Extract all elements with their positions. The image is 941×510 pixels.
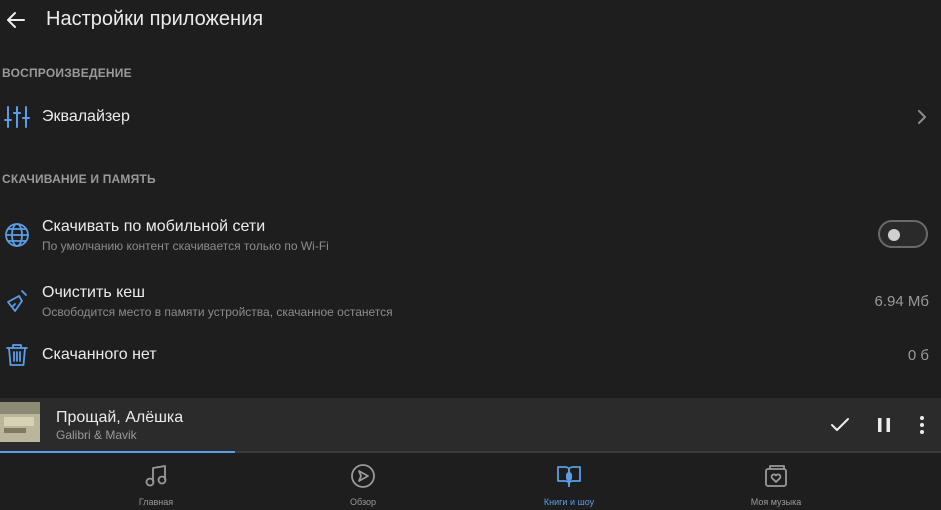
mobile-download-row[interactable]: Скачивать по мобильной сети По умолчанию… [0, 212, 941, 258]
playback-progress-fill [0, 451, 236, 453]
app-bar: Настройки приложения [0, 0, 941, 42]
nav-label-browse: Обзор [350, 497, 376, 507]
chevron-right-icon [918, 110, 926, 124]
toggle-knob [888, 229, 900, 241]
clear-cache-label: Очистить кеш [42, 284, 146, 301]
album-cover[interactable] [0, 402, 40, 442]
section-header-playback: ВОСПРОИЗВЕДЕНИЕ [2, 66, 132, 80]
track-title: Прощай, Алёшка [56, 409, 184, 426]
back-arrow-icon[interactable] [4, 8, 28, 32]
clear-cache-row[interactable]: Очистить кеш Освободится место в памяти … [0, 280, 941, 324]
more-vert-icon[interactable] [911, 414, 933, 436]
page-title: Настройки приложения [46, 8, 264, 30]
trash-icon [6, 344, 28, 366]
pause-icon[interactable] [873, 414, 895, 436]
compass-icon [351, 464, 375, 488]
mobile-download-sub: По умолчанию контент скачивается только … [42, 239, 329, 253]
nav-label-home: Главная [138, 497, 174, 507]
section-header-storage: СКАЧИВАНИЕ И ПАМЯТЬ [2, 172, 156, 186]
nav-label-my-music: Моя музыка [750, 497, 802, 507]
music-note-icon [145, 465, 167, 487]
downloads-size-value: 0 б [907, 347, 929, 364]
nav-item-books[interactable]: Книги и шоу [489, 455, 649, 510]
nav-item-my-music[interactable]: Моя музыка [696, 455, 856, 510]
heart-note-icon [765, 465, 787, 487]
bottom-nav: Главная Обзор Книги и шоу Моя музыка [0, 455, 941, 510]
clear-cache-sub: Освободится место в памяти устройства, с… [42, 305, 393, 319]
broom-icon [7, 290, 27, 312]
globe-icon [5, 223, 29, 247]
mobile-download-toggle[interactable] [878, 220, 928, 248]
cache-size-value: 6.94 Мб [874, 293, 929, 310]
check-icon[interactable] [829, 414, 851, 436]
equalizer-row[interactable]: Эквалайзер [0, 96, 941, 138]
nav-item-home[interactable]: Главная [76, 455, 236, 510]
playback-progress[interactable] [0, 451, 941, 453]
downloads-row[interactable]: Скачанного нет 0 б [0, 340, 941, 370]
nav-label-books: Книги и шоу [543, 497, 595, 507]
mini-player[interactable]: Прощай, Алёшка Galibri & Mavik [0, 398, 941, 453]
track-artist: Galibri & Mavik [56, 428, 137, 442]
downloads-label: Скачанного нет [42, 346, 157, 363]
mobile-download-label: Скачивать по мобильной сети [42, 218, 266, 235]
nav-item-browse[interactable]: Обзор [283, 455, 443, 510]
book-mic-icon [557, 466, 581, 487]
equalizer-label: Эквалайзер [42, 108, 130, 125]
equalizer-icon [4, 106, 30, 128]
